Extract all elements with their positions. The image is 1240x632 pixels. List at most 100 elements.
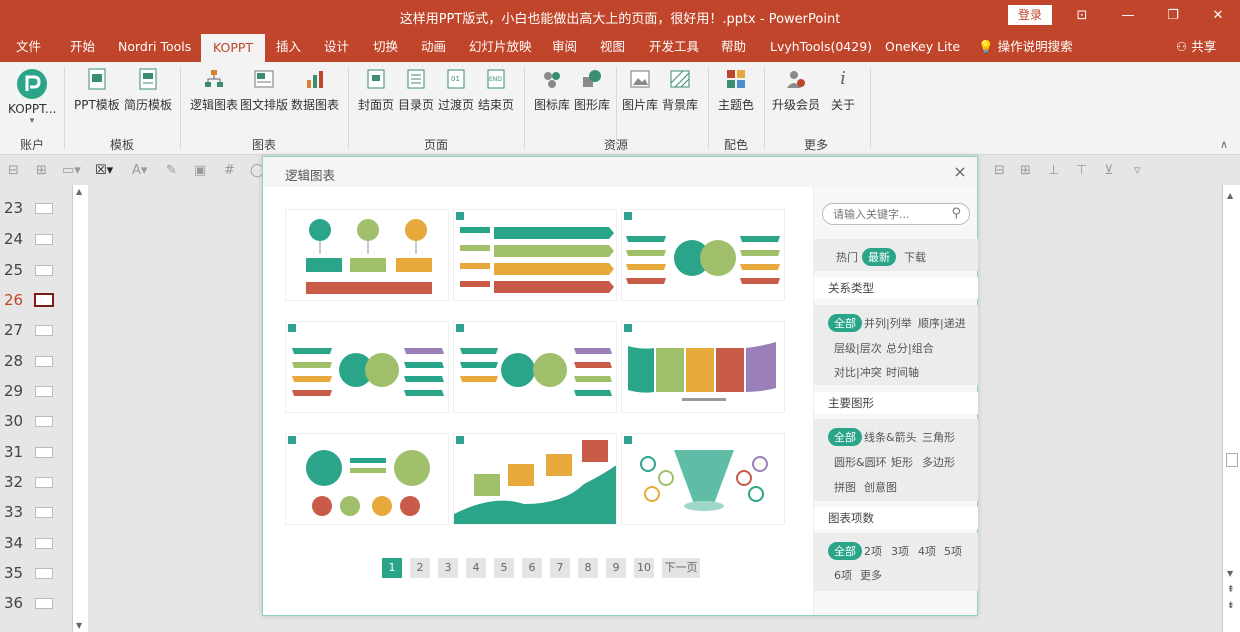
slide-thumbnail[interactable]	[35, 325, 53, 336]
image-library-button[interactable]: 图片库	[622, 68, 658, 113]
filter-all[interactable]: 全部	[828, 542, 862, 560]
filter-option[interactable]: 线条&箭头	[864, 429, 917, 445]
page-button[interactable]: 1	[382, 558, 402, 578]
grid-icon[interactable]: #	[224, 163, 235, 178]
filter-option[interactable]: 4项	[918, 543, 936, 559]
transition-page-button[interactable]: 01 过渡页	[438, 68, 474, 113]
slide-thumbnail[interactable]	[35, 356, 53, 367]
template-thumbnail[interactable]	[285, 209, 449, 301]
resume-template-button[interactable]: 简历模板	[124, 68, 172, 113]
page-button[interactable]: 4	[466, 558, 486, 578]
filter-option[interactable]: 拼图	[834, 479, 856, 495]
filter-option[interactable]: 3项	[891, 543, 909, 559]
template-thumbnail[interactable]	[453, 433, 617, 525]
data-chart-button[interactable]: 数据图表	[291, 68, 339, 113]
filter-option[interactable]: 5项	[944, 543, 962, 559]
editor-scrollbar[interactable]: ▲ ▼ ⇞ ⇟	[1222, 185, 1240, 632]
search-input[interactable]	[833, 207, 943, 222]
slide-thumbnail[interactable]	[35, 386, 53, 397]
more-dropdown-icon[interactable]: ▿	[1134, 163, 1141, 178]
filter-option[interactable]: 三角形	[922, 429, 955, 445]
page-button[interactable]: 8	[578, 558, 598, 578]
lock-icon[interactable]: ⊟	[8, 163, 19, 178]
page-button[interactable]: 6	[522, 558, 542, 578]
menu-koppt[interactable]: KOPPT	[201, 34, 266, 62]
template-thumbnail[interactable]	[285, 321, 449, 413]
scroll-thumb[interactable]	[1226, 453, 1238, 467]
next-page-button[interactable]: 下一页	[662, 558, 700, 578]
upgrade-member-button[interactable]: 升级会员	[772, 68, 820, 113]
slide-thumbnail[interactable]	[35, 447, 53, 458]
end-page-button[interactable]: END 结束页	[478, 68, 514, 113]
menu-help[interactable]: 帮助	[721, 32, 746, 62]
icon-library-button[interactable]: 图标库	[534, 68, 570, 113]
slide-panel-scrollbar[interactable]: ▲ ▼	[72, 185, 88, 632]
page-button[interactable]: 7	[550, 558, 570, 578]
slide-thumbnail[interactable]	[35, 203, 53, 214]
slide-thumbnail[interactable]	[35, 477, 53, 488]
page-button[interactable]: 5	[494, 558, 514, 578]
page-button[interactable]: 2	[410, 558, 430, 578]
koppt-account-button[interactable]: KOPPT... ▾	[8, 68, 56, 126]
menu-nordri-tools[interactable]: Nordri Tools	[118, 32, 191, 62]
filter-option[interactable]: 圆形&圆环	[834, 454, 887, 470]
filter-option[interactable]: 矩形	[891, 454, 913, 470]
template-thumbnail[interactable]	[621, 209, 785, 301]
slide-thumbnail[interactable]	[35, 416, 53, 427]
filter-all[interactable]: 全部	[828, 314, 862, 332]
slide-thumbnail[interactable]	[35, 538, 53, 549]
filter-option[interactable]: 时间轴	[886, 364, 919, 380]
share-button[interactable]: ⚇ 共享	[1176, 32, 1216, 62]
shape-library-button[interactable]: 图形库	[574, 68, 610, 113]
ribbon-display-icon[interactable]: ⊡	[1072, 6, 1092, 26]
textbox-icon[interactable]: ▭▾	[62, 163, 81, 178]
tab-latest[interactable]: 最新	[862, 248, 896, 266]
menu-review[interactable]: 审阅	[552, 32, 577, 62]
menu-animations[interactable]: 动画	[421, 32, 446, 62]
filter-option[interactable]: 多边形	[922, 454, 955, 470]
tell-me-search[interactable]: 💡 操作说明搜索	[978, 32, 1073, 62]
filter-option[interactable]: 对比|冲突	[834, 364, 882, 380]
page-button[interactable]: 10	[634, 558, 654, 578]
template-thumbnail[interactable]	[621, 433, 785, 525]
menu-transitions[interactable]: 切换	[373, 32, 398, 62]
menu-design[interactable]: 设计	[324, 32, 349, 62]
ppt-template-button[interactable]: PPT模板	[74, 68, 120, 113]
filter-all[interactable]: 全部	[828, 428, 862, 446]
filter-option[interactable]: 并列|列举	[864, 315, 912, 331]
restore-icon[interactable]: ❐	[1163, 6, 1183, 26]
close-icon[interactable]: ✕	[1208, 6, 1228, 26]
clear-format-icon[interactable]: ☒▾	[95, 163, 113, 178]
slide-thumbnail[interactable]	[35, 265, 53, 276]
template-thumbnail[interactable]	[453, 209, 617, 301]
background-library-button[interactable]: 背景库	[662, 68, 698, 113]
menu-slideshow[interactable]: 幻灯片放映	[469, 32, 532, 62]
scroll-down-icon[interactable]: ▼	[76, 621, 82, 630]
page-button[interactable]: 3	[438, 558, 458, 578]
slide-thumbnail[interactable]	[35, 598, 53, 609]
filter-option[interactable]: 顺序|递进	[918, 315, 966, 331]
scroll-down-icon[interactable]: ▼	[1227, 569, 1233, 578]
align-middle-icon[interactable]: ⊻	[1104, 163, 1114, 178]
slide-thumbnail[interactable]	[35, 568, 53, 579]
menu-lvyhtools[interactable]: LvyhTools(0429)	[770, 32, 872, 62]
theme-color-button[interactable]: 主题色	[718, 68, 754, 113]
font-icon[interactable]: A▾	[132, 163, 147, 178]
scroll-up-icon[interactable]: ▲	[1227, 191, 1233, 200]
filter-option[interactable]: 2项	[864, 543, 882, 559]
collapse-ribbon-icon[interactable]: ∧	[1220, 138, 1228, 151]
eyedropper-icon[interactable]: ✎	[166, 163, 177, 178]
search-icon[interactable]: ⚲	[951, 206, 961, 221]
filter-option[interactable]: 总分|组合	[886, 340, 934, 356]
cover-page-button[interactable]: 封面页	[358, 68, 394, 113]
login-button[interactable]: 登录	[1008, 5, 1052, 25]
slide-thumbnail-selected[interactable]	[34, 293, 54, 307]
toc-page-button[interactable]: 目录页	[398, 68, 434, 113]
align-bottom-icon[interactable]: ⊥	[1048, 163, 1059, 178]
logic-chart-button[interactable]: 逻辑图表	[190, 68, 238, 113]
menu-view[interactable]: 视图	[600, 32, 625, 62]
slide-thumbnail[interactable]	[35, 507, 53, 518]
template-thumbnail[interactable]	[285, 433, 449, 525]
distribute-icon[interactable]: ⊟	[994, 163, 1005, 178]
template-thumbnail[interactable]	[453, 321, 617, 413]
